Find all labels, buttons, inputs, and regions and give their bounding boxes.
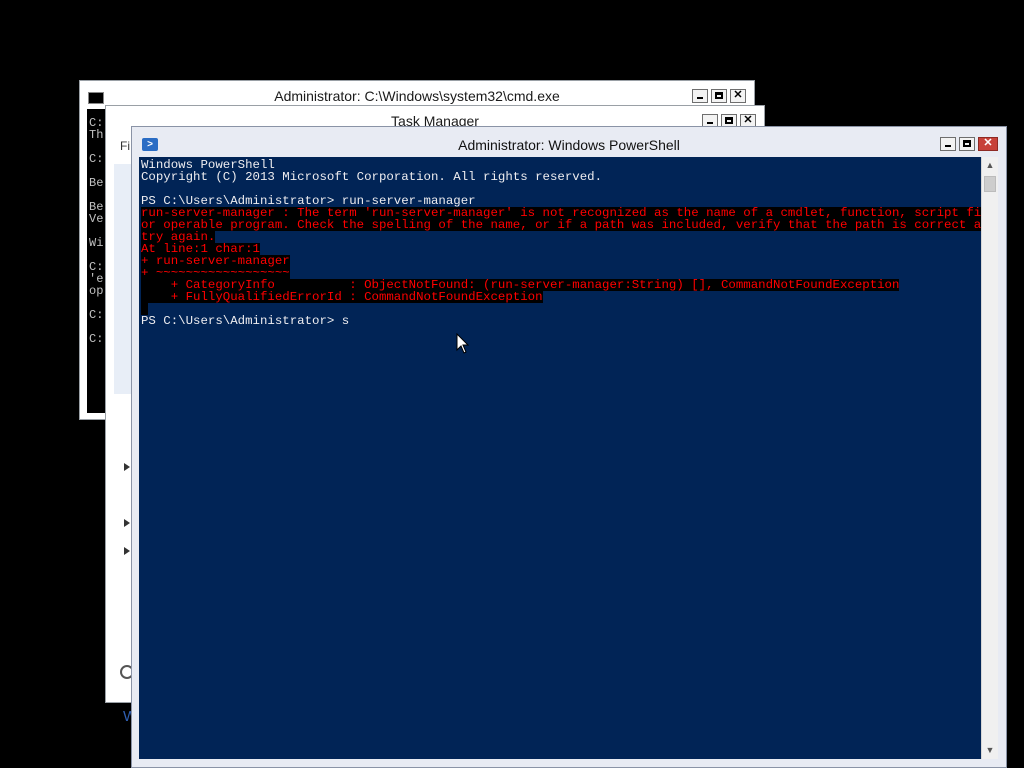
cmd-line: C: [89,332,104,346]
scroll-thumb[interactable] [984,176,996,192]
maximize-icon [963,140,971,147]
file-menu[interactable]: Fi [120,139,130,153]
minimize-button[interactable] [940,137,956,151]
cmd-line: C: [89,152,104,166]
close-button[interactable]: ✕ [978,137,998,151]
minimize-icon [707,122,713,124]
cmd-line: Ve [89,212,104,226]
error-line: + FullyQualifiedErrorId : CommandNotFoun… [141,290,543,304]
cmd-window-controls: ✕ [692,89,746,103]
error-line: or operable program. Check the spelling … [141,219,981,231]
scroll-down-icon[interactable]: ▼ [982,742,998,759]
close-button[interactable]: ✕ [730,89,746,103]
minimize-icon [697,97,703,99]
cmd-line: Wi [89,236,104,250]
maximize-icon [725,117,733,124]
powershell-title: Administrator: Windows PowerShell [458,137,680,153]
expand-arrow-icon[interactable] [124,519,130,527]
close-icon: ✕ [983,137,993,149]
powershell-window-controls: ✕ [940,137,998,151]
cmd-line: Th [89,128,104,142]
powershell-window[interactable]: > Administrator: Windows PowerShell ✕ Wi… [131,126,1007,768]
minimize-icon [945,145,951,147]
minimize-button[interactable] [692,89,708,103]
scroll-up-icon[interactable]: ▲ [982,157,998,174]
expand-arrow-icon[interactable] [124,547,130,555]
powershell-console[interactable]: Windows PowerShell Copyright (C) 2013 Mi… [139,157,981,759]
console-line: Copyright (C) 2013 Microsoft Corporation… [141,170,603,184]
cmd-line: Be [89,176,104,190]
cmd-line: C: [89,308,104,322]
close-icon: ✕ [733,89,743,101]
console-prompt[interactable]: PS C:\Users\Administrator> s [141,315,349,327]
cmd-line: op [89,284,104,298]
mouse-pointer-icon [456,333,470,354]
vertical-scrollbar[interactable]: ▲ ▼ [981,157,998,759]
maximize-button[interactable] [711,89,727,103]
maximize-button[interactable] [959,137,975,151]
close-icon: ✕ [743,114,753,126]
expand-arrow-icon[interactable] [124,463,130,471]
maximize-icon [715,92,723,99]
